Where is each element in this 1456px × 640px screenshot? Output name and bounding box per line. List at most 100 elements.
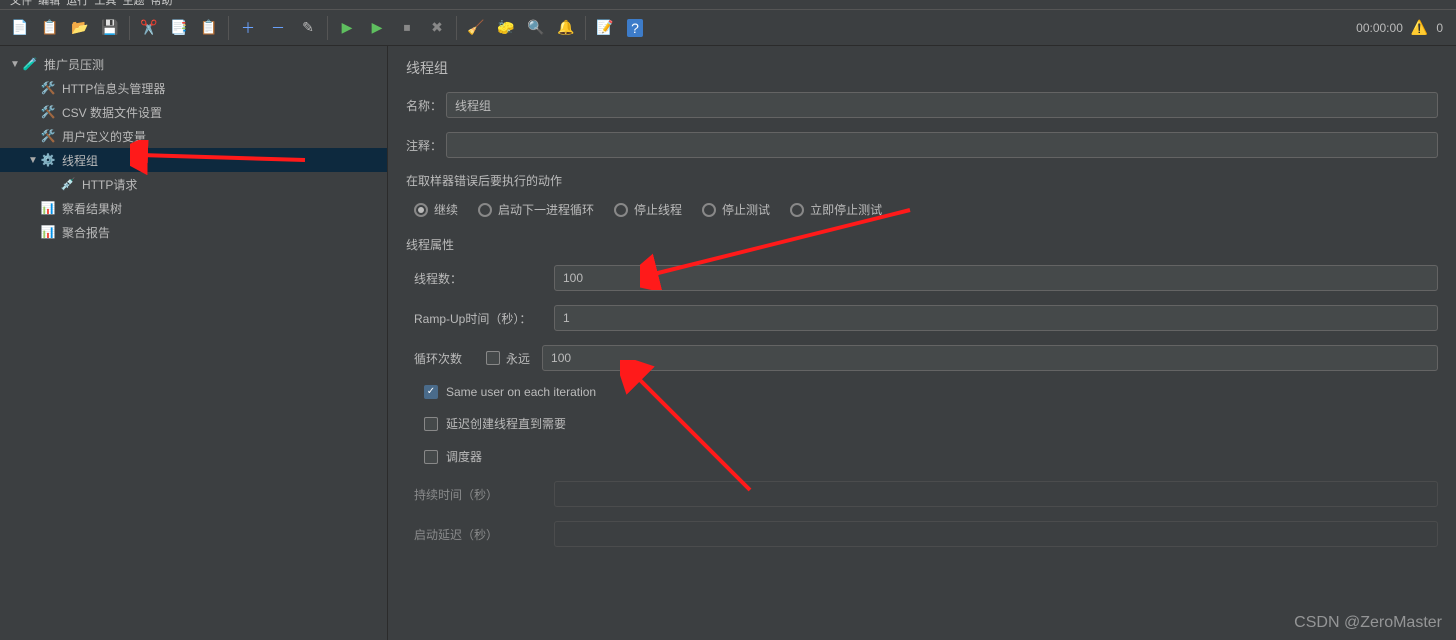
radio-stop-test-now[interactable]: 立即停止测试 bbox=[790, 201, 882, 218]
checkbox-icon bbox=[424, 417, 438, 431]
tree-item-aggregate-report[interactable]: 📊 聚合报告 bbox=[0, 220, 387, 244]
tree-item-label: 察看结果树 bbox=[62, 200, 122, 217]
content-panel: 线程组 名称： 注释： 在取样器错误后要执行的动作 继续 启动下一进程循环 停止… bbox=[388, 46, 1456, 640]
reset-search-icon[interactable]: 🔔 bbox=[553, 15, 579, 41]
chevron-down-icon[interactable]: ▼ bbox=[28, 155, 40, 166]
tree-item-label: 用户定义的变量 bbox=[62, 128, 146, 145]
checkbox-icon bbox=[486, 351, 500, 365]
loop-label: 循环次数 bbox=[414, 350, 486, 367]
clear-all-icon[interactable]: 🧽 bbox=[493, 15, 519, 41]
radio-start-next-loop[interactable]: 启动下一进程循环 bbox=[478, 201, 594, 218]
same-user-label: Same user on each iteration bbox=[446, 385, 596, 399]
comment-input[interactable] bbox=[446, 132, 1438, 158]
duration-input bbox=[554, 481, 1438, 507]
elapsed-time: 00:00:00 bbox=[1356, 21, 1403, 35]
menu-bar: 文件 编辑 运行 工具 主题 帮助 bbox=[0, 0, 1456, 10]
same-user-checkbox[interactable]: Same user on each iteration bbox=[424, 385, 1438, 399]
testplan-icon: 🧪 bbox=[22, 56, 38, 72]
report-icon: 📊 bbox=[40, 200, 56, 216]
startup-delay-label: 启动延迟（秒） bbox=[414, 526, 554, 543]
toolbar: 📄 📋 📂 💾 ✂️ 📑 📋 ＋ － ✎ ▶ ▶ ⏹ ✖ 🧹 🧽 🔍 🔔 📝 ?… bbox=[0, 10, 1456, 46]
warning-count: 0 bbox=[1436, 21, 1443, 35]
scheduler-checkbox[interactable]: 调度器 bbox=[424, 448, 1438, 465]
shutdown-icon[interactable]: ✖ bbox=[424, 15, 450, 41]
startup-delay-input bbox=[554, 521, 1438, 547]
report-icon: 📊 bbox=[40, 224, 56, 240]
search-icon[interactable]: 🔍 bbox=[523, 15, 549, 41]
tree-item-http-request[interactable]: 💉 HTTP请求 bbox=[0, 172, 387, 196]
tree-item-view-results[interactable]: 📊 察看结果树 bbox=[0, 196, 387, 220]
save-icon[interactable]: 💾 bbox=[97, 15, 123, 41]
toolbar-separator bbox=[456, 16, 457, 40]
delay-create-label: 延迟创建线程直到需要 bbox=[446, 415, 566, 432]
gear-icon: ⚙️ bbox=[40, 152, 56, 168]
chevron-down-icon[interactable]: ▼ bbox=[10, 59, 22, 70]
ramp-label: Ramp-Up时间（秒）： bbox=[414, 310, 554, 327]
run-notimers-icon[interactable]: ▶ bbox=[364, 15, 390, 41]
tree-item-label: HTTP请求 bbox=[82, 176, 137, 193]
radio-icon bbox=[414, 203, 428, 217]
paste-icon[interactable]: 📋 bbox=[196, 15, 222, 41]
radio-stop-test[interactable]: 停止测试 bbox=[702, 201, 770, 218]
stop-icon[interactable]: ⏹ bbox=[394, 15, 420, 41]
thread-props-title: 线程属性 bbox=[406, 236, 1438, 253]
clear-icon[interactable]: 🧹 bbox=[463, 15, 489, 41]
panel-title: 线程组 bbox=[406, 58, 1438, 78]
open-icon[interactable]: 📂 bbox=[67, 15, 93, 41]
name-label: 名称： bbox=[406, 97, 446, 114]
splitter-handle[interactable] bbox=[388, 416, 390, 456]
collapse-icon[interactable]: － bbox=[265, 15, 291, 41]
new-icon[interactable]: 📄 bbox=[7, 15, 33, 41]
wrench-icon: 🛠️ bbox=[40, 104, 56, 120]
loop-input[interactable] bbox=[542, 345, 1438, 371]
tree-root-label: 推广员压测 bbox=[44, 56, 104, 73]
tree-item-user-variables[interactable]: 🛠️ 用户定义的变量 bbox=[0, 124, 387, 148]
tree-root[interactable]: ▼ 🧪 推广员压测 bbox=[0, 52, 387, 76]
tree-item-label: HTTP信息头管理器 bbox=[62, 80, 165, 97]
help-icon[interactable]: ? bbox=[622, 15, 648, 41]
forever-label: 永远 bbox=[506, 350, 530, 367]
tree-item-csv-data[interactable]: 🛠️ CSV 数据文件设置 bbox=[0, 100, 387, 124]
radio-continue[interactable]: 继续 bbox=[414, 201, 458, 218]
ramp-input[interactable] bbox=[554, 305, 1438, 331]
tree-item-label: 聚合报告 bbox=[62, 224, 110, 241]
threads-input[interactable] bbox=[554, 265, 1438, 291]
radio-icon bbox=[702, 203, 716, 217]
radio-icon bbox=[478, 203, 492, 217]
toggle-icon[interactable]: ✎ bbox=[295, 15, 321, 41]
name-input[interactable] bbox=[446, 92, 1438, 118]
cut-icon[interactable]: ✂️ bbox=[136, 15, 162, 41]
templates-icon[interactable]: 📋 bbox=[37, 15, 63, 41]
radio-icon bbox=[614, 203, 628, 217]
toolbar-separator bbox=[228, 16, 229, 40]
forever-checkbox-wrap[interactable]: 永远 bbox=[486, 350, 530, 367]
error-action-title: 在取样器错误后要执行的动作 bbox=[406, 172, 1438, 189]
tree-panel[interactable]: ▼ 🧪 推广员压测 🛠️ HTTP信息头管理器 🛠️ CSV 数据文件设置 🛠️… bbox=[0, 46, 388, 640]
toolbar-separator bbox=[327, 16, 328, 40]
menu-bar-fragment[interactable]: 文件 编辑 运行 工具 主题 帮助 bbox=[10, 0, 173, 8]
checkbox-icon bbox=[424, 385, 438, 399]
delay-create-checkbox[interactable]: 延迟创建线程直到需要 bbox=[424, 415, 1438, 432]
pipette-icon: 💉 bbox=[60, 176, 76, 192]
function-helper-icon[interactable]: 📝 bbox=[592, 15, 618, 41]
run-icon[interactable]: ▶ bbox=[334, 15, 360, 41]
radio-icon bbox=[790, 203, 804, 217]
checkbox-icon bbox=[424, 450, 438, 464]
scheduler-label: 调度器 bbox=[446, 448, 482, 465]
threads-label: 线程数： bbox=[414, 270, 554, 287]
tree-item-thread-group[interactable]: ▼ ⚙️ 线程组 bbox=[0, 148, 387, 172]
comment-label: 注释： bbox=[406, 137, 446, 154]
duration-label: 持续时间（秒） bbox=[414, 486, 554, 503]
toolbar-separator bbox=[585, 16, 586, 40]
warning-icon[interactable]: ⚠️ bbox=[1411, 19, 1428, 36]
error-action-radios: 继续 启动下一进程循环 停止线程 停止测试 立即停止测试 bbox=[414, 201, 1438, 218]
expand-icon[interactable]: ＋ bbox=[235, 15, 261, 41]
toolbar-separator bbox=[129, 16, 130, 40]
wrench-icon: 🛠️ bbox=[40, 128, 56, 144]
wrench-icon: 🛠️ bbox=[40, 80, 56, 96]
tree-item-label: CSV 数据文件设置 bbox=[62, 104, 162, 121]
tree-item-http-header-manager[interactable]: 🛠️ HTTP信息头管理器 bbox=[0, 76, 387, 100]
watermark: CSDN @ZeroMaster bbox=[1294, 614, 1442, 632]
radio-stop-thread[interactable]: 停止线程 bbox=[614, 201, 682, 218]
copy-icon[interactable]: 📑 bbox=[166, 15, 192, 41]
